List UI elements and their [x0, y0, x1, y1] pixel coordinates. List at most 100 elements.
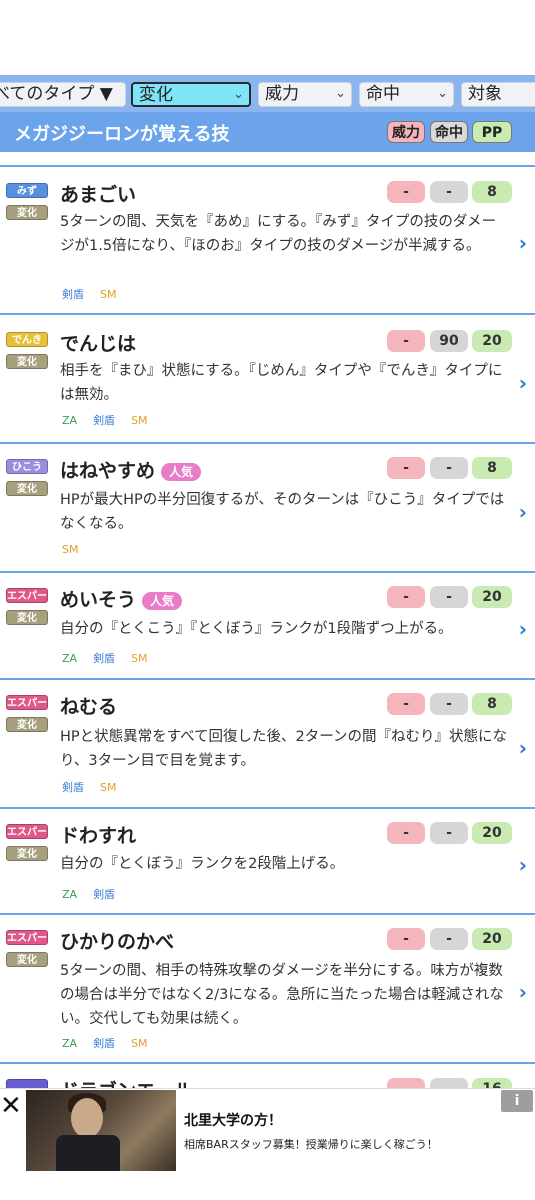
generation-tag: 剣盾 — [93, 652, 116, 665]
chevron-down-icon: ⌄ — [437, 86, 448, 101]
chevron-down-icon: ⌄ — [233, 87, 244, 102]
pp-value: 8 — [472, 181, 512, 203]
generation-tags: SM — [62, 543, 94, 556]
accuracy-value: 90 — [430, 330, 468, 352]
move-name: ドわすれ — [60, 825, 137, 847]
list-item[interactable]: でんき 変化 でんじは - 90 20 相手を『まひ』状態にする。『じめん』タイ… — [0, 316, 535, 444]
category-badge: 変化 — [6, 205, 48, 220]
type-badge: みず — [6, 183, 48, 198]
accuracy-value: - — [430, 693, 468, 715]
accuracy-value: - — [430, 928, 468, 950]
pp-value: 8 — [472, 457, 512, 479]
generation-tags: ZA 剣盾 SM — [62, 650, 164, 666]
list-item[interactable]: エスパー 変化 ドわすれ - - 20 自分の『とくぼう』ランクを2段階上げる。… — [0, 810, 535, 915]
power-value: - — [387, 330, 425, 352]
generation-tag: SM — [131, 1037, 148, 1050]
list-item[interactable]: みず 変化 あまごい - - 8 5ターンの間、天気を『あめ』にする。『みず』タ… — [0, 167, 535, 315]
move-name-row: ドわすれ — [60, 821, 136, 848]
list-item[interactable]: エスパー 変化 ねむる - - 8 HPと状態異常をすべて回復した後、2ターンの… — [0, 681, 535, 809]
generation-tag: 剣盾 — [93, 888, 116, 901]
power-value: - — [387, 586, 425, 608]
move-name-row: ねむる — [60, 692, 117, 719]
accuracy-column-label: 命中 — [430, 121, 468, 143]
ad-subtext: 相席BARスタッフ募集！授業帰りに楽しく稼ごう！ — [184, 1138, 438, 1151]
generation-tag: ZA — [62, 414, 78, 427]
accuracy-filter-select[interactable]: 命中 ⌄ — [359, 82, 454, 107]
page-title: メガジジーロンが覚える技 — [14, 124, 230, 145]
pp-value: 20 — [472, 928, 512, 950]
list-item[interactable]: エスパー 変化 ひかりのかべ - - 20 5ターンの間、相手の特殊攻撃のダメー… — [0, 916, 535, 1064]
category-badge: 変化 — [6, 846, 48, 861]
power-filter-select[interactable]: 威力 ⌄ — [258, 82, 352, 107]
ad-person-face — [71, 1098, 103, 1138]
moves-header: メガジジーロンが覚える技 威力 命中 PP — [0, 112, 535, 152]
category-badge: 変化 — [6, 354, 48, 369]
pp-column-label: PP — [472, 121, 512, 143]
move-name: はねやすめ — [60, 460, 156, 482]
chevron-right-icon[interactable]: › — [519, 980, 527, 1004]
move-name-row: あまごい — [60, 180, 136, 207]
move-name: でんじは — [60, 333, 137, 355]
generation-tag: SM — [100, 288, 117, 301]
move-name-row: めいそう 人気 — [60, 585, 183, 612]
generation-tags: ZA 剣盾 SM — [62, 412, 164, 428]
pp-value: 20 — [472, 330, 512, 352]
chevron-right-icon[interactable]: › — [519, 231, 527, 255]
ad-banner[interactable]: ✕ i 北里大学の方！ 相席BARスタッフ募集！授業帰りに楽しく稼ごう！ — [0, 1088, 535, 1171]
move-name: ひかりのかべ — [60, 931, 175, 953]
type-badge: ひこう — [6, 459, 48, 474]
chevron-right-icon[interactable]: › — [519, 617, 527, 641]
ad-headline: 北里大学の方！ — [184, 1113, 282, 1129]
move-description: HPが最大HPの半分回復するが、そのターンは『ひこう』タイプではなくなる。 — [60, 492, 505, 532]
move-description: 相手を『まひ』状態にする。『じめん』タイプや『でんき』タイプには無効。 — [60, 363, 503, 403]
type-filter-select[interactable]: べてのタイプ ▼ — [0, 82, 126, 107]
chevron-right-icon[interactable]: › — [519, 853, 527, 877]
generation-tags: 剣盾 SM — [62, 779, 132, 795]
power-value: - — [387, 457, 425, 479]
accuracy-value: - — [430, 457, 468, 479]
ad-person-body — [56, 1135, 120, 1171]
pp-value: 8 — [472, 693, 512, 715]
pp-value: 20 — [472, 822, 512, 844]
power-value: - — [387, 181, 425, 203]
category-filter-value: 変化 — [139, 85, 173, 105]
category-badge: 変化 — [6, 481, 48, 496]
accuracy-value: - — [430, 181, 468, 203]
generation-tag: SM — [131, 414, 148, 427]
move-description: 5ターンの間、天気を『あめ』にする。『みず』タイプの技のダメージが1.5倍になり… — [60, 214, 496, 254]
move-description: 5ターンの間、相手の特殊攻撃のダメージを半分にする。味方が複数の場合は半分ではな… — [60, 963, 504, 1027]
power-value: - — [387, 928, 425, 950]
target-filter-value: 対象 — [468, 84, 502, 104]
type-filter-value: べてのタイプ ▼ — [0, 84, 113, 104]
generation-tag: 剣盾 — [62, 288, 84, 301]
chevron-right-icon[interactable]: › — [519, 736, 527, 760]
move-name-row: でんじは — [60, 329, 136, 356]
move-name-row: ひかりのかべ — [60, 927, 174, 954]
list-item-partial[interactable]: ドラゴンエール 16 — [0, 1066, 535, 1102]
chevron-right-icon[interactable]: › — [519, 371, 527, 395]
close-icon[interactable]: ✕ — [0, 1091, 22, 1121]
list-item[interactable]: エスパー 変化 めいそう 人気 - - 20 自分の『とくこう』『とくぼう』ランク… — [0, 574, 535, 680]
accuracy-filter-value: 命中 — [366, 84, 400, 104]
move-description: 自分の『とくぼう』ランクを2段階上げる。 — [60, 856, 345, 872]
popular-badge: 人気 — [142, 591, 183, 610]
type-badge: エスパー — [6, 695, 48, 710]
power-value: - — [387, 822, 425, 844]
generation-tag: SM — [62, 543, 79, 556]
ad-image — [26, 1090, 176, 1171]
chevron-down-icon: ⌄ — [335, 86, 346, 101]
category-filter-select[interactable]: 変化 ⌄ — [131, 82, 251, 107]
type-badge: でんき — [6, 332, 48, 347]
move-description: HPと状態異常をすべて回復した後、2ターンの間『ねむり』状態になり、3ターン目で… — [60, 729, 508, 769]
move-name: めいそう — [60, 589, 137, 611]
filter-bar: べてのタイプ ▼ 変化 ⌄ 威力 ⌄ 命中 ⌄ 対象 — [0, 75, 535, 112]
move-name: ねむる — [60, 696, 118, 718]
generation-tag: ZA — [62, 888, 78, 901]
category-badge: 変化 — [6, 610, 48, 625]
list-item[interactable]: ひこう 変化 はねやすめ 人気 - - 8 HPが最大HPの半分回復するが、そのタ… — [0, 445, 535, 573]
info-icon[interactable]: i — [501, 1090, 533, 1112]
popular-badge: 人気 — [161, 462, 202, 481]
generation-tag: 剣盾 — [62, 781, 84, 794]
target-filter-select[interactable]: 対象 — [461, 82, 535, 107]
chevron-right-icon[interactable]: › — [519, 500, 527, 524]
